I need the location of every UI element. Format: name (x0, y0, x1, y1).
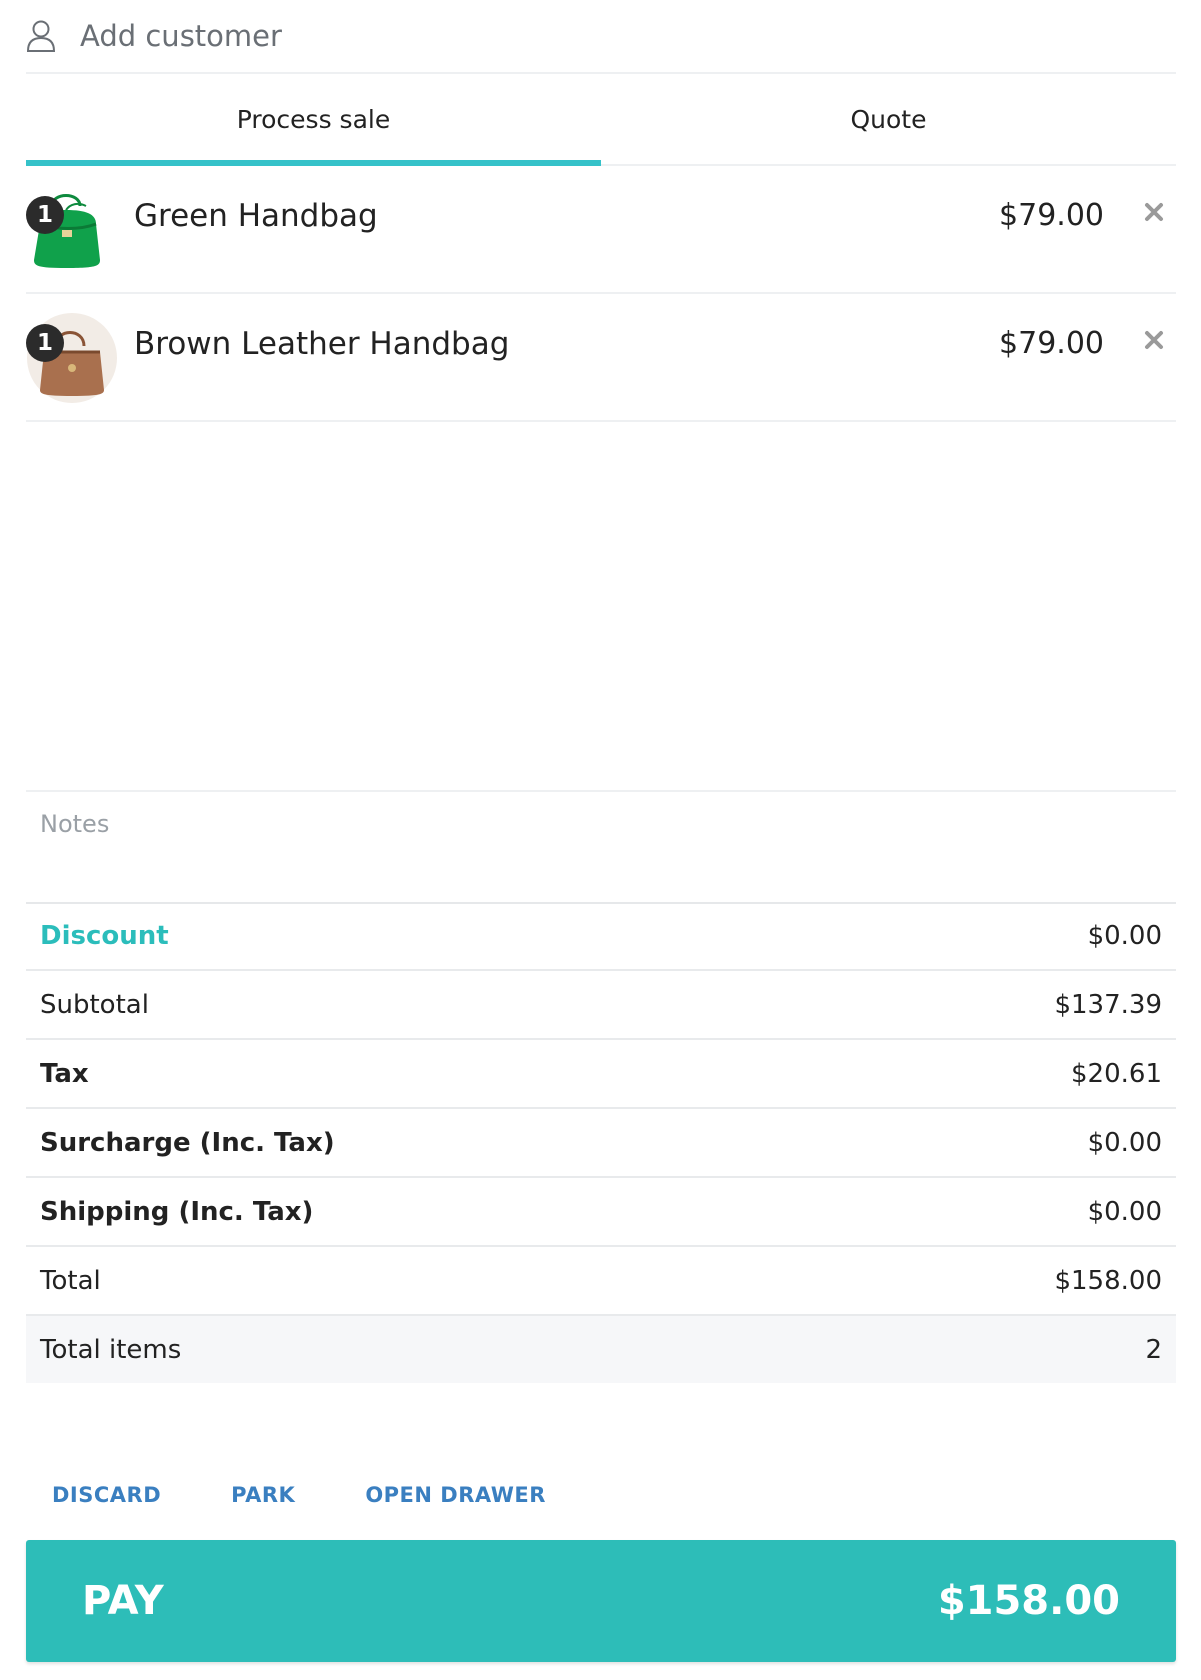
total-row: Total $158.00 (26, 1247, 1176, 1316)
shipping-label: Shipping (Inc. Tax) (40, 1196, 314, 1227)
tax-value: $20.61 (1071, 1058, 1162, 1089)
notes-section (26, 790, 1176, 904)
discard-button[interactable]: DISCARD (52, 1483, 161, 1507)
total-items-value: 2 (1145, 1334, 1162, 1365)
add-customer-label: Add customer (80, 19, 282, 53)
pay-amount: $158.00 (937, 1578, 1120, 1624)
tax-label: Tax (40, 1058, 89, 1089)
surcharge-value: $0.00 (1087, 1127, 1162, 1158)
discount-row: Discount $0.00 (26, 902, 1176, 971)
park-button[interactable]: PARK (231, 1483, 295, 1507)
remove-item-icon[interactable] (1142, 200, 1166, 224)
total-label: Total (40, 1265, 101, 1296)
order-summary: Discount $0.00 Subtotal $137.39 Tax $20.… (26, 902, 1176, 1383)
item-price: $79.00 (999, 198, 1104, 233)
pay-button[interactable]: PAY $158.00 (26, 1540, 1176, 1662)
surcharge-label: Surcharge (Inc. Tax) (40, 1127, 335, 1158)
quantity-badge: 1 (26, 324, 64, 362)
total-items-row: Total items 2 (26, 1316, 1176, 1383)
remove-item-icon[interactable] (1142, 328, 1166, 352)
open-drawer-button[interactable]: OPEN DRAWER (365, 1483, 546, 1507)
item-name: Brown Leather Handbag (134, 326, 510, 362)
subtotal-value: $137.39 (1054, 989, 1162, 1020)
notes-input[interactable] (26, 792, 1176, 902)
surcharge-row: Surcharge (Inc. Tax) $0.00 (26, 1109, 1176, 1178)
subtotal-label: Subtotal (40, 989, 149, 1020)
total-value: $158.00 (1054, 1265, 1162, 1296)
subtotal-row: Subtotal $137.39 (26, 971, 1176, 1040)
item-price: $79.00 (999, 326, 1104, 361)
user-icon (26, 20, 56, 52)
total-items-label: Total items (40, 1334, 182, 1365)
discount-value: $0.00 (1087, 920, 1162, 951)
sale-tabs: Process sale Quote (26, 74, 1176, 166)
shipping-row: Shipping (Inc. Tax) $0.00 (26, 1178, 1176, 1247)
line-item[interactable]: 1 Brown Leather Handbag $79.00 (26, 294, 1176, 422)
add-customer-button[interactable]: Add customer (26, 0, 1176, 74)
tab-quote[interactable]: Quote (601, 74, 1176, 164)
tax-row: Tax $20.61 (26, 1040, 1176, 1109)
item-name: Green Handbag (134, 198, 378, 234)
line-item[interactable]: 1 Green Handbag $79.00 (26, 166, 1176, 294)
sale-actions: DISCARD PARK OPEN DRAWER (26, 1475, 1176, 1515)
shipping-value: $0.00 (1087, 1196, 1162, 1227)
pay-label: PAY (82, 1578, 164, 1624)
discount-link[interactable]: Discount (40, 921, 169, 951)
tab-process-sale[interactable]: Process sale (26, 74, 601, 166)
quantity-badge: 1 (26, 196, 64, 234)
